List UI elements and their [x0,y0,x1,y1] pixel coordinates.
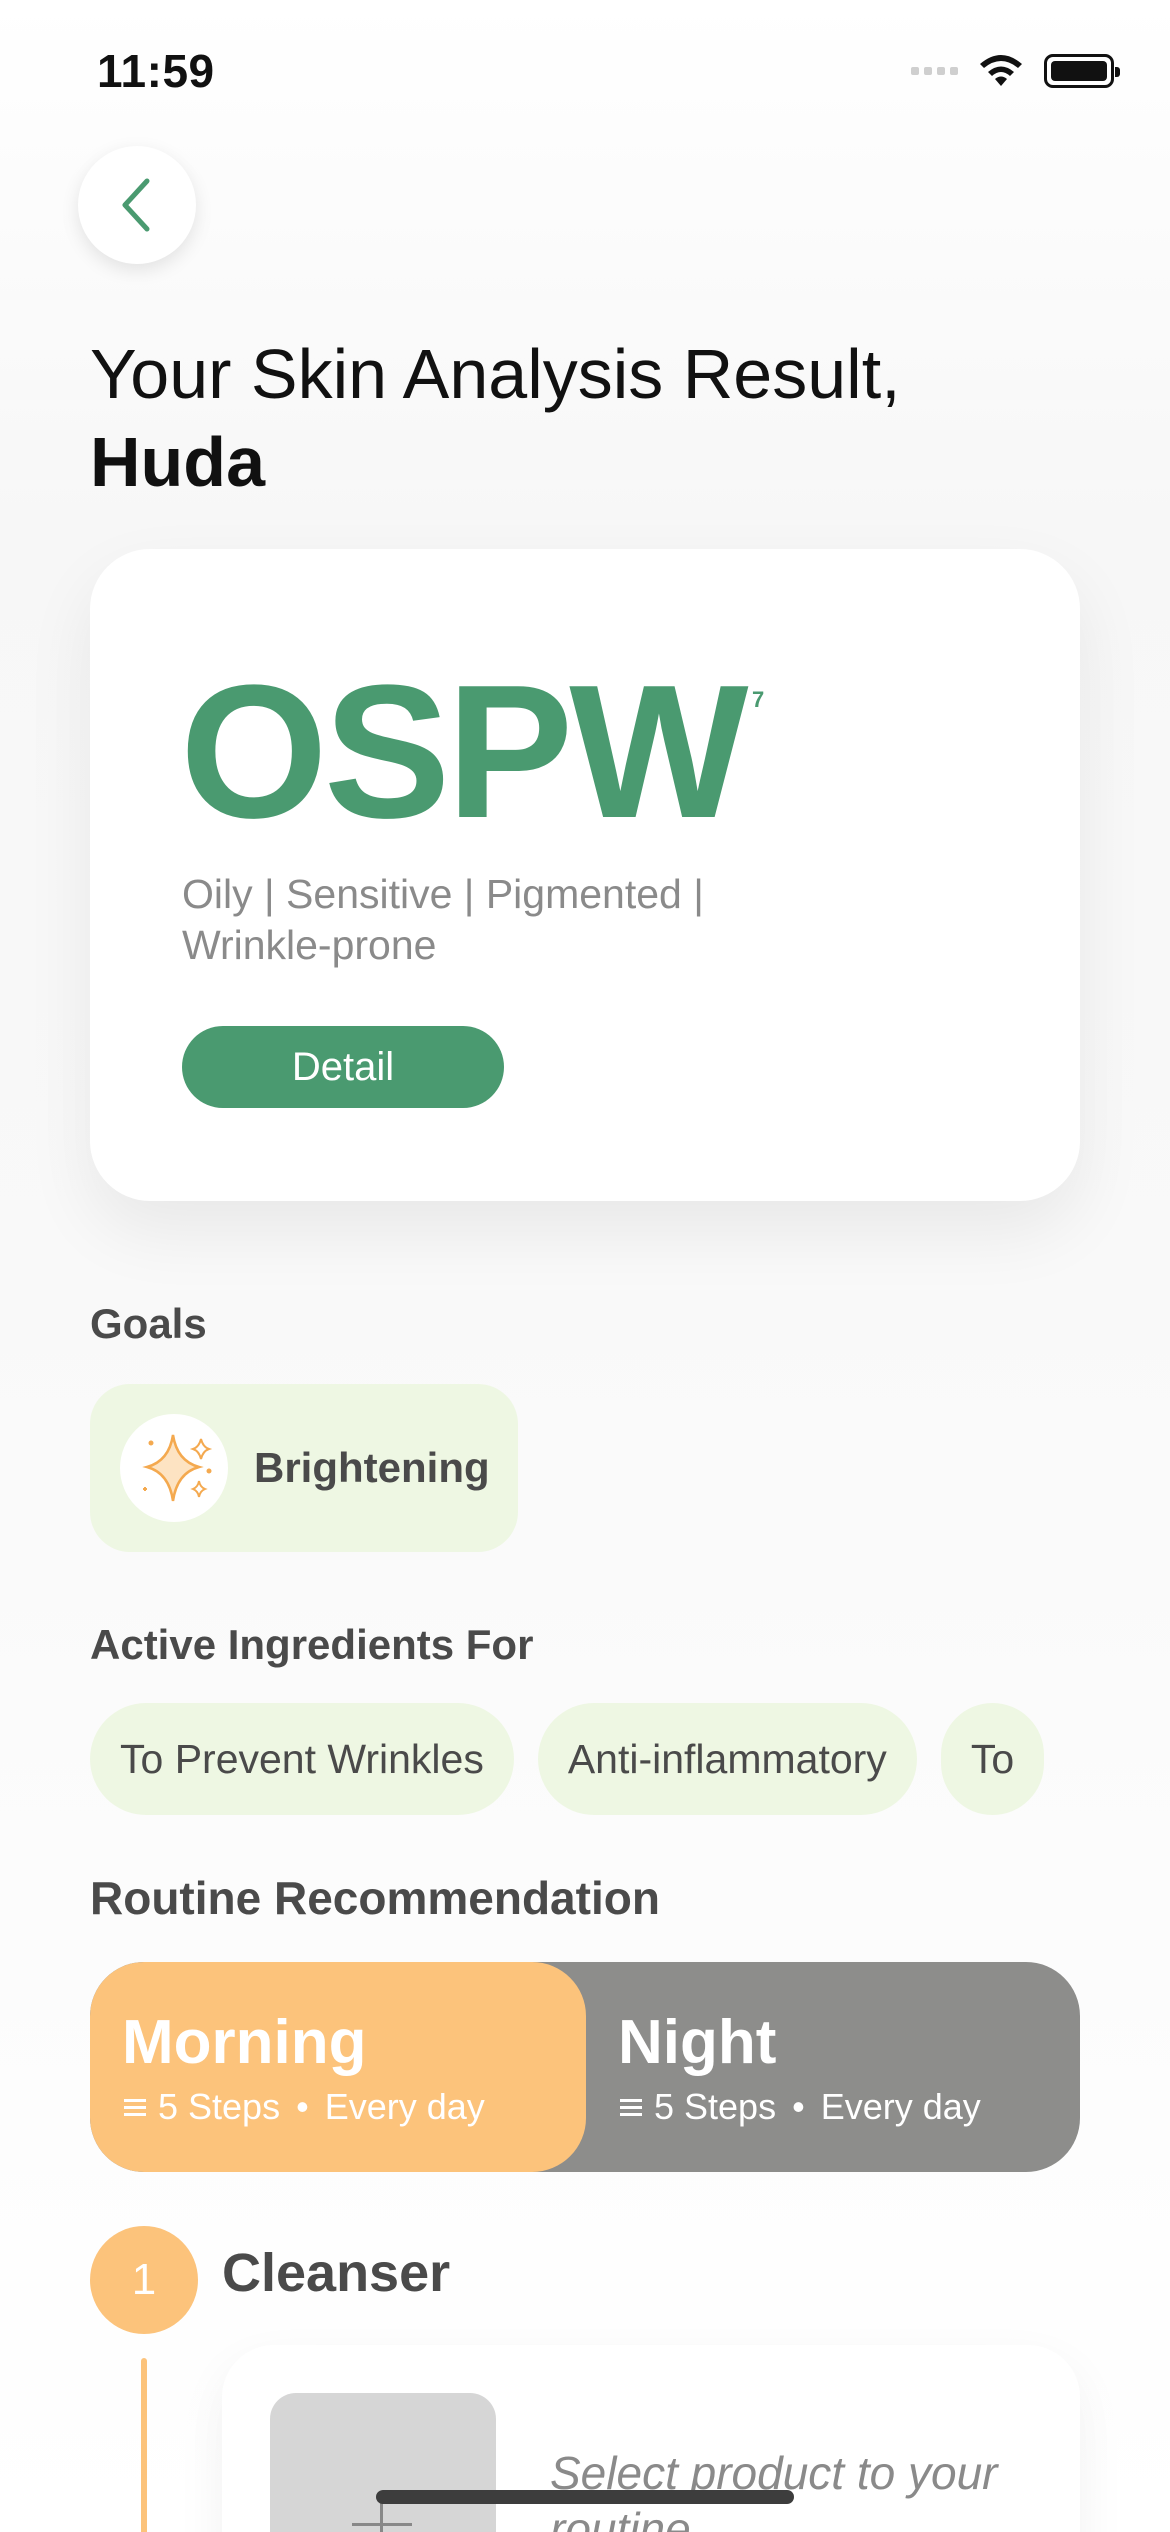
routine-heading: Routine Recommendation [90,1872,660,1924]
title-text: Your Skin Analysis Result, [90,335,901,413]
status-time: 11:59 [97,45,215,97]
battery-icon [1044,54,1120,88]
routine-tabs: Morning 5 Steps • Every day Night 5 Step… [90,1962,1080,2172]
user-name: Huda [90,423,265,501]
skin-type-mark: 7 [752,687,765,712]
sparkle-icon [120,1414,228,1522]
wifi-icon [980,55,1022,86]
list-icon [124,2099,146,2116]
skin-type-code: OSPW [180,646,749,858]
ingredient-chip[interactable]: To [940,1703,1045,1815]
skin-type-description: Oily | Sensitive | Pigmented | Wrinkle-p… [182,871,704,968]
tab-title: Night [618,2008,777,2077]
signal-icon [911,67,958,75]
separator-dot: • [296,2086,309,2127]
tab-night[interactable]: Night 5 Steps • Every day [618,1962,981,2172]
tab-meta: 5 Steps • Every day [618,2086,981,2128]
tab-morning[interactable]: Morning 5 Steps • Every day [90,1962,586,2172]
step-title: Cleanser [222,2243,451,2303]
chevron-left-icon [122,178,150,232]
home-indicator[interactable] [376,2490,794,2504]
ingredient-chip[interactable]: To Prevent Wrinkles [90,1703,514,1815]
step-timeline-line [141,2358,147,2532]
separator-dot: • [792,2086,805,2127]
goals-heading: Goals [90,1300,207,1347]
tab-meta: 5 Steps • Every day [122,2086,586,2128]
step-number-badge: 1 [90,2226,198,2334]
goal-label: Brightening [254,1444,490,1491]
goal-chip-brightening[interactable]: Brightening [90,1384,518,1552]
tab-steps: 5 Steps [158,2086,281,2127]
tab-steps: 5 Steps [654,2086,777,2127]
tab-frequency: Every day [820,2086,981,2127]
tab-frequency: Every day [324,2086,485,2127]
detail-button[interactable]: Detail [182,1026,504,1108]
list-icon [620,2099,642,2116]
skin-type-card: OSPW 7 Oily | Sensitive | Pigmented | Wr… [90,549,1080,1201]
page-title: Your Skin Analysis Result, Huda [90,330,1090,506]
select-product-text: Select product to your routine [550,2447,998,2532]
back-button[interactable] [78,146,196,264]
tab-title: Morning [122,2008,367,2077]
ingredients-heading: Active Ingredients For [90,1621,534,1668]
ingredient-chips: To Prevent Wrinkles Anti-inflammatory To [90,1703,1080,1815]
status-icons [911,52,1120,90]
ingredient-chip[interactable]: Anti-inflammatory [537,1703,917,1815]
